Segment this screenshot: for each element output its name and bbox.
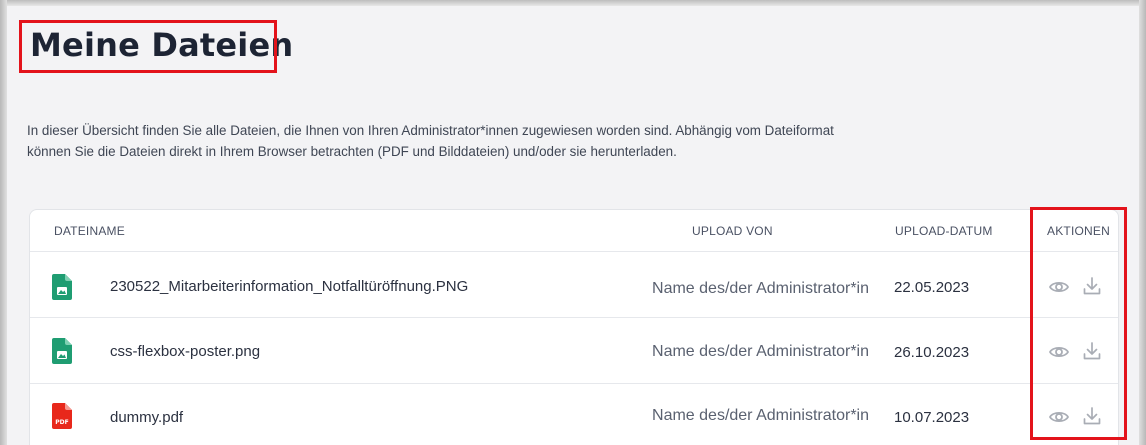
row-divider (30, 383, 1118, 384)
file-uploader: Name des/der Administrator*in (652, 343, 869, 360)
file-uploader: Name des/der Administrator*in (652, 280, 869, 297)
page-intro: In dieser Übersicht finden Sie alle Date… (27, 123, 834, 159)
row-divider (30, 317, 1118, 318)
pdf-icon-label: PDF (55, 419, 68, 426)
window-frame-left (0, 0, 7, 445)
actions-highlight-box (1030, 207, 1127, 440)
header-divider (30, 251, 1118, 252)
window-frame-right (1139, 0, 1146, 445)
file-name[interactable]: 230522_Mitarbeiterinformation_Notfalltür… (110, 278, 468, 295)
title-highlight-box (19, 20, 277, 73)
column-header-uploaded-by[interactable]: UPLOAD VON (692, 224, 773, 238)
file-name[interactable]: css-flexbox-poster.png (110, 343, 260, 360)
column-header-upload-date[interactable]: UPLOAD-DATUM (895, 224, 993, 238)
pdf-file-icon: PDF (52, 403, 72, 429)
image-file-icon (52, 274, 72, 300)
column-header-filename[interactable]: DATEINAME (54, 224, 125, 238)
file-name[interactable]: dummy.pdf (110, 409, 183, 426)
file-uploader: Name des/der Administrator*in (652, 407, 869, 424)
file-upload-date: 10.07.2023 (894, 409, 970, 426)
image-file-icon (52, 338, 72, 364)
file-upload-date: 22.05.2023 (894, 279, 970, 296)
window-frame-top (0, 0, 1146, 6)
file-upload-date: 26.10.2023 (894, 344, 970, 361)
